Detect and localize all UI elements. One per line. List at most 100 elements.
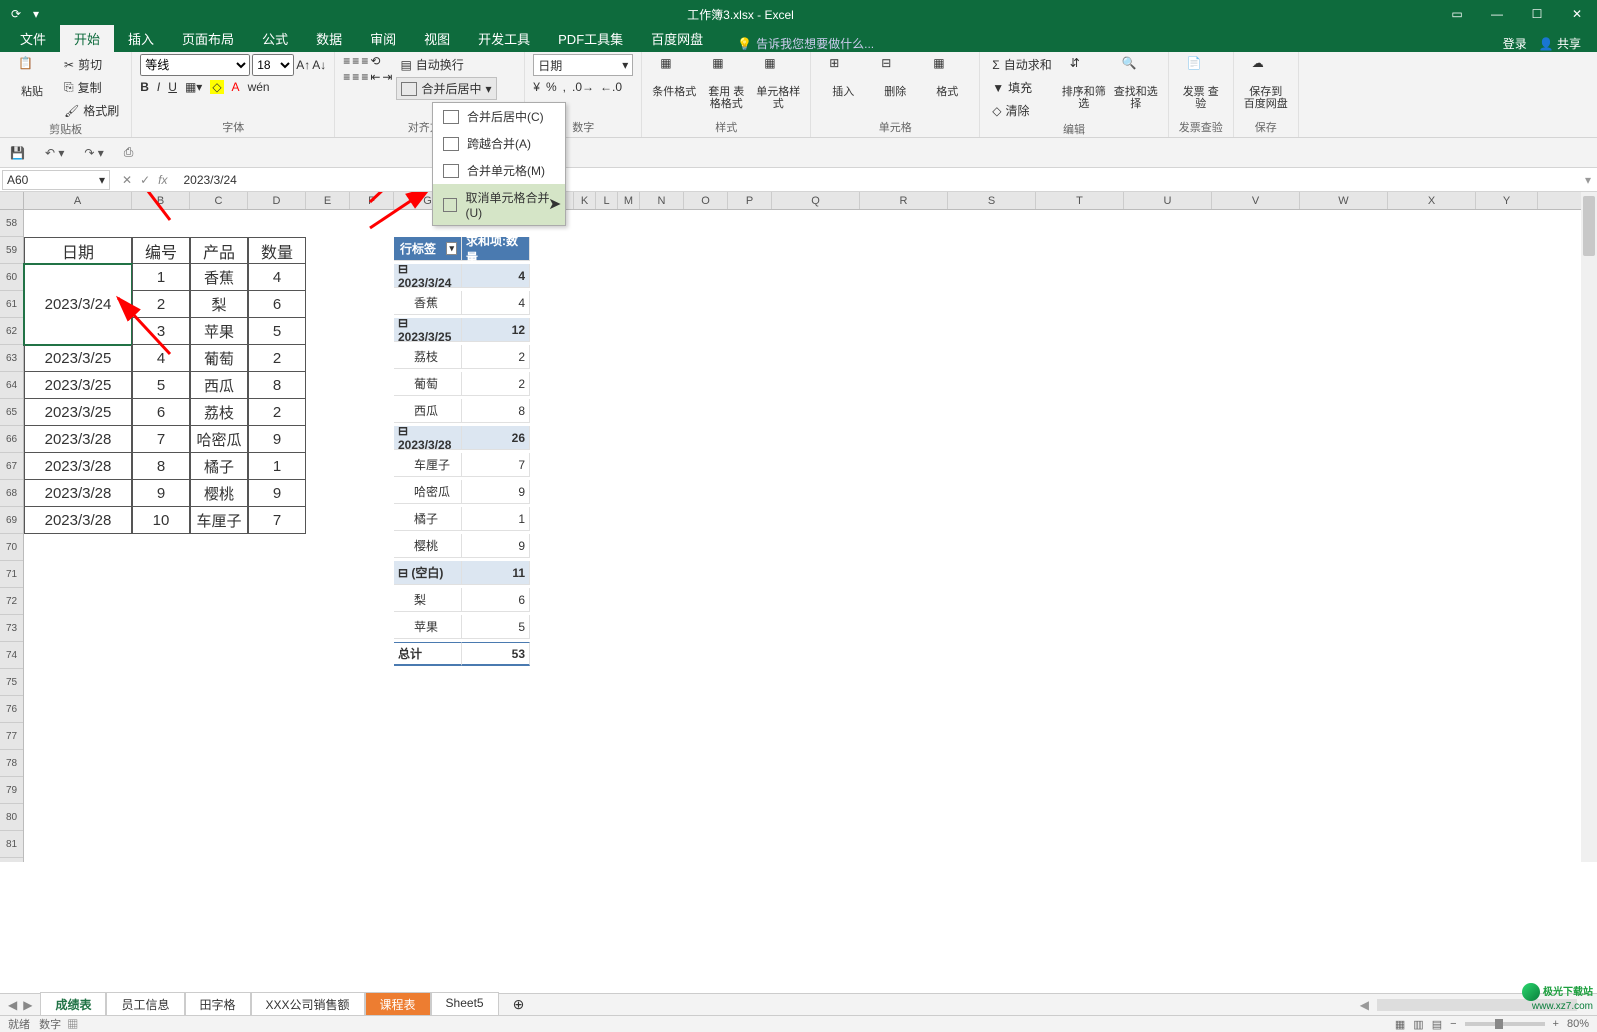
cell[interactable]: 2023/3/25 [24, 345, 132, 372]
col-header-B[interactable]: B [132, 192, 190, 209]
minimize-button[interactable]: — [1477, 0, 1517, 28]
vertical-scrollbar[interactable] [1581, 192, 1597, 862]
cell[interactable]: 1 [132, 264, 190, 291]
align-right-icon[interactable]: ≡ [361, 70, 368, 84]
cell[interactable]: 西瓜 [394, 399, 462, 423]
col-header-Y[interactable]: Y [1476, 192, 1538, 209]
cell[interactable]: 4 [248, 264, 306, 291]
inc-decimal-icon[interactable]: .0→ [572, 80, 594, 94]
row-header[interactable]: 77 [0, 723, 23, 750]
cell[interactable]: 9 [462, 480, 530, 504]
cell[interactable]: 10 [132, 507, 190, 534]
row-header[interactable]: 80 [0, 804, 23, 831]
cell[interactable]: 7 [248, 507, 306, 534]
col-header-D[interactable]: D [248, 192, 306, 209]
close-button[interactable]: ✕ [1557, 0, 1597, 28]
cell[interactable]: 6 [132, 399, 190, 426]
row-header[interactable]: 61 [0, 291, 23, 318]
cell[interactable]: 橘子 [394, 507, 462, 531]
row-header[interactable]: 65 [0, 399, 23, 426]
cell[interactable]: 葡萄 [394, 372, 462, 396]
col-header-E[interactable]: E [306, 192, 350, 209]
currency-icon[interactable]: ¥ [533, 80, 540, 94]
cell[interactable]: 日期 [24, 237, 132, 264]
copy-button[interactable]: ⎘ 复制 [60, 77, 123, 98]
cell[interactable]: 8 [132, 453, 190, 480]
wrap-text-button[interactable]: ▤ 自动换行 [396, 54, 496, 75]
fill-color-button[interactable]: ◇ [210, 80, 223, 94]
comma-icon[interactable]: , [563, 80, 566, 94]
tab-formulas[interactable]: 公式 [248, 25, 302, 52]
undo-icon[interactable]: ↶ ▾ [45, 146, 64, 160]
font-name-select[interactable]: 等线 [140, 54, 250, 76]
tab-review[interactable]: 审阅 [356, 25, 410, 52]
sheet-prev-icon[interactable]: ◀ [8, 998, 17, 1012]
align-left-icon[interactable]: ≡ [343, 70, 350, 84]
merge-cells-option[interactable]: 合并单元格(M) [433, 157, 565, 184]
cell[interactable]: 香蕉 [190, 264, 248, 291]
sheet-tab[interactable]: 课程表 [365, 992, 431, 1018]
unmerge-cells-option[interactable]: 取消单元格合并(U) [433, 184, 565, 225]
enter-formula-icon[interactable]: ✓ [140, 173, 150, 187]
cell[interactable]: ⊟ 2023/3/28 [394, 426, 462, 450]
tab-file[interactable]: 文件 [6, 25, 60, 52]
cell[interactable]: 8 [248, 372, 306, 399]
merge-center-option[interactable]: 合并后居中(C) [433, 103, 565, 130]
cell[interactable]: 2023/3/28 [24, 507, 132, 534]
row-header[interactable]: 70 [0, 534, 23, 561]
cell[interactable]: 3 [132, 318, 190, 345]
qat-dropdown-icon[interactable]: ▾ [28, 7, 44, 21]
cell[interactable]: 9 [248, 426, 306, 453]
cell[interactable]: 53 [462, 642, 530, 666]
cell[interactable]: 9 [248, 480, 306, 507]
col-header-P[interactable]: P [728, 192, 772, 209]
col-header-V[interactable]: V [1212, 192, 1300, 209]
cell[interactable]: 2023/3/28 [24, 426, 132, 453]
underline-button[interactable]: U [168, 80, 177, 94]
cell[interactable]: 荔枝 [190, 399, 248, 426]
maximize-button[interactable]: ☐ [1517, 0, 1557, 28]
row-header[interactable]: 59 [0, 237, 23, 264]
cell[interactable]: 哈密瓜 [190, 426, 248, 453]
cell[interactable]: ⊟ (空白) [394, 561, 462, 585]
indent-dec-icon[interactable]: ⇤ [370, 70, 380, 84]
cell[interactable]: 9 [462, 534, 530, 558]
row-header[interactable]: 74 [0, 642, 23, 669]
cell[interactable]: 5 [132, 372, 190, 399]
tell-me-search[interactable]: 💡 告诉我您想要做什么... [737, 35, 874, 52]
autosave-icon[interactable]: ⟳ [8, 7, 24, 21]
tab-page-layout[interactable]: 页面布局 [168, 25, 248, 52]
fx-icon[interactable]: fx [158, 173, 167, 187]
row-header[interactable]: 68 [0, 480, 23, 507]
row-header[interactable]: 69 [0, 507, 23, 534]
row-header[interactable]: 75 [0, 669, 23, 696]
tab-pdf[interactable]: PDF工具集 [544, 25, 637, 52]
col-header-W[interactable]: W [1300, 192, 1388, 209]
align-bottom-icon[interactable]: ≡ [361, 54, 368, 68]
autosum-button[interactable]: Σ 自动求和 [988, 54, 1055, 75]
login-link[interactable]: 登录 [1503, 35, 1527, 52]
filter-dropdown-icon[interactable]: ▾ [446, 242, 457, 255]
tab-insert[interactable]: 插入 [114, 25, 168, 52]
align-top-icon[interactable]: ≡ [343, 54, 350, 68]
paste-button[interactable]: 📋 粘贴 [8, 54, 56, 100]
border-button[interactable]: ▦▾ [185, 80, 202, 94]
cell[interactable]: 哈密瓜 [394, 480, 462, 504]
col-header-X[interactable]: X [1388, 192, 1476, 209]
col-header-U[interactable]: U [1124, 192, 1212, 209]
col-header-N[interactable]: N [640, 192, 684, 209]
row-header[interactable]: 79 [0, 777, 23, 804]
cell[interactable]: 2023/3/28 [24, 480, 132, 507]
cell[interactable]: 葡萄 [190, 345, 248, 372]
font-color-button[interactable]: A [232, 80, 240, 94]
col-header-S[interactable]: S [948, 192, 1036, 209]
row-header[interactable]: 81 [0, 831, 23, 858]
worksheet-grid[interactable]: ABCDEFGHIJKLMNOPQRSTUVWXY 58596061626364… [0, 192, 1597, 862]
tab-baidu[interactable]: 百度网盘 [637, 25, 717, 52]
cell[interactable]: 梨 [394, 588, 462, 612]
col-header-O[interactable]: O [684, 192, 728, 209]
phonetic-button[interactable]: wén [248, 80, 270, 94]
row-header[interactable]: 62 [0, 318, 23, 345]
select-all-corner[interactable] [0, 192, 24, 209]
hscroll-left[interactable]: ◀ [1352, 998, 1377, 1012]
